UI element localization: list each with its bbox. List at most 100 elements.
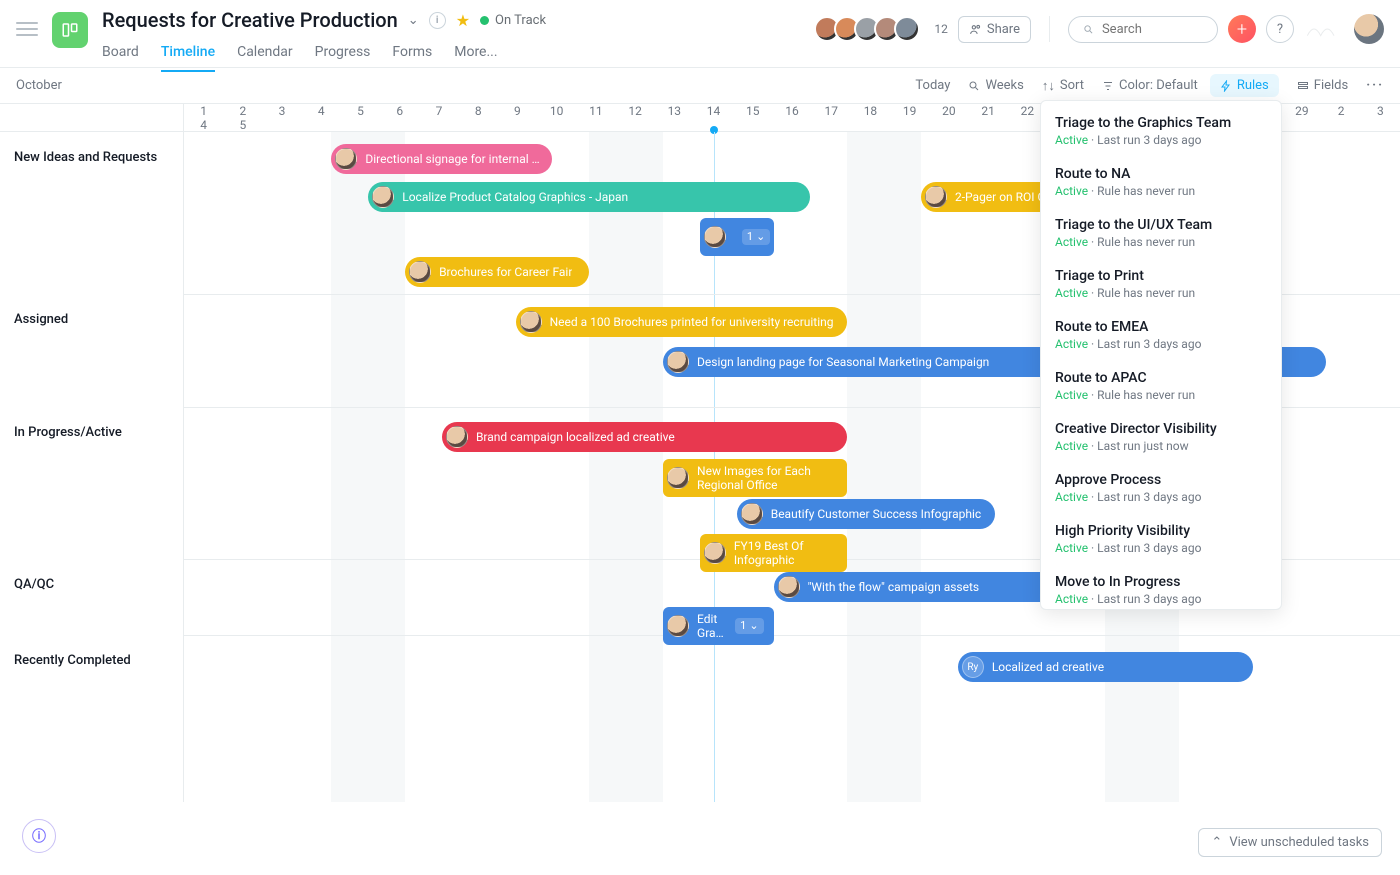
task-label: Beautify Customer Success Infographic [771, 507, 981, 521]
search-field[interactable] [1102, 22, 1203, 37]
tab-calendar[interactable]: Calendar [237, 38, 293, 72]
rule-status: Active · Last run 3 days ago [1055, 490, 1267, 504]
search-input[interactable] [1068, 16, 1218, 43]
date-cell: 9 [498, 104, 537, 118]
date-cell: 14 [694, 104, 733, 118]
status-dot-icon [480, 16, 489, 25]
separator [1049, 16, 1050, 42]
project-icon[interactable] [52, 12, 88, 48]
assignee-avatar [667, 615, 689, 637]
task-label: Directional signage for internal events [365, 152, 540, 166]
section-header[interactable]: QA/QC [0, 559, 183, 635]
task-bar[interactable]: New Images for Each Regional Office [663, 459, 847, 497]
rule-item[interactable]: Route to EMEAActive · Last run 3 days ag… [1041, 309, 1281, 360]
task-label: Design landing page for Seasonal Marketi… [697, 355, 989, 369]
month-label: October [16, 78, 186, 93]
task-label: Brand campaign localized ad creative [476, 430, 675, 444]
task-bar[interactable]: FY19 Best Of Infographic [700, 534, 847, 572]
tab-forms[interactable]: Forms [392, 38, 432, 72]
task-bar[interactable]: Need a 100 Brochures printed for univers… [516, 307, 848, 337]
tab-board[interactable]: Board [102, 38, 139, 72]
info-icon[interactable]: i [429, 12, 446, 29]
help-button[interactable]: ? [1266, 15, 1294, 43]
assignee-avatar [667, 351, 689, 373]
member-avatar[interactable] [894, 16, 920, 42]
lightning-icon [1220, 80, 1232, 92]
task-bar[interactable]: RyLocalized ad creative [958, 652, 1253, 682]
share-button[interactable]: Share [958, 16, 1031, 43]
member-avatars[interactable] [820, 16, 920, 42]
task-bar[interactable]: Directional signage for internal events [331, 144, 552, 174]
info-bubble-button[interactable]: ⓘ [22, 819, 56, 853]
share-label: Share [987, 22, 1020, 37]
zoom-icon [968, 80, 980, 92]
rule-item[interactable]: Move to In ProgressActive · Last run 3 d… [1041, 564, 1281, 610]
rule-item[interactable]: Triage to the UI/UX TeamActive · Rule ha… [1041, 207, 1281, 258]
task-label: Brochures for Career Fair [439, 265, 572, 279]
sort-button[interactable]: ↑↓Sort [1042, 78, 1084, 94]
rule-item[interactable]: High Priority VisibilityActive · Last ru… [1041, 513, 1281, 564]
date-cell: 20 [929, 104, 968, 118]
rule-item[interactable]: Creative Director VisibilityActive · Las… [1041, 411, 1281, 462]
assignee-avatar [704, 542, 726, 564]
weekend-band [331, 132, 405, 802]
date-cell: 21 [969, 104, 1008, 118]
subtask-badge[interactable]: 1 ⌄ [735, 618, 763, 633]
subtask-badge[interactable]: 1 ⌄ [742, 229, 770, 244]
color-button[interactable]: Color: Default [1102, 78, 1198, 93]
view-unscheduled-button[interactable]: ⌃ View unscheduled tasks [1198, 828, 1382, 857]
rule-status: Active · Rule has never run [1055, 388, 1267, 402]
header-right: 12 Share + ? [820, 14, 1384, 44]
date-cell: 19 [890, 104, 929, 118]
project-status[interactable]: On Track [480, 13, 546, 28]
assignee-avatar [372, 186, 394, 208]
task-label: New Images for Each Regional Office [697, 464, 837, 493]
date-cell: 1 [184, 104, 223, 118]
section-header[interactable]: In Progress/Active [0, 407, 183, 559]
rule-name: Approve Process [1055, 472, 1267, 488]
chevron-down-icon[interactable]: ⌄ [408, 13, 419, 28]
fields-icon [1297, 80, 1309, 92]
star-icon[interactable]: ★ [456, 11, 470, 30]
more-actions-button[interactable]: ··· [1366, 78, 1384, 93]
zoom-selector[interactable]: Weeks [968, 78, 1023, 93]
task-bar[interactable]: Localize Product Catalog Graphics - Japa… [368, 182, 810, 212]
app-logo [1304, 18, 1344, 40]
rule-item[interactable]: Triage to PrintActive · Rule has never r… [1041, 258, 1281, 309]
people-icon [969, 23, 982, 36]
rule-item[interactable]: Route to APAC Active · Rule has never run [1041, 360, 1281, 411]
today-button[interactable]: Today [915, 78, 950, 93]
task-bar[interactable]: Brand campaign localized ad creative [442, 422, 847, 452]
current-user-avatar[interactable] [1354, 14, 1384, 44]
section-header[interactable]: New Ideas and Requests [0, 132, 183, 294]
rule-item[interactable]: Triage to the Graphics TeamActive · Last… [1041, 105, 1281, 156]
date-cell: 15 [733, 104, 772, 118]
fields-button[interactable]: Fields [1297, 78, 1348, 93]
tab-timeline[interactable]: Timeline [161, 38, 215, 72]
date-cell: 2 [223, 104, 262, 118]
rule-status: Active · Last run 3 days ago [1055, 133, 1267, 147]
task-bar[interactable]: Brochures for Career Fair [405, 257, 589, 287]
rule-name: Route to APAC [1055, 370, 1267, 386]
section-header[interactable]: Assigned [0, 294, 183, 407]
date-cell: 8 [459, 104, 498, 118]
section-divider [184, 635, 1400, 636]
task-label: Edit Graph... [697, 612, 727, 641]
rules-button[interactable]: Rules [1210, 74, 1279, 97]
view-tabs: Board Timeline Calendar Progress Forms More..… [102, 38, 546, 72]
tab-more[interactable]: More... [454, 38, 497, 72]
task-bar[interactable]: B fi1 ⌄ [700, 218, 774, 256]
task-label: "With the flow" campaign assets [808, 580, 980, 594]
timeline-toolbar: October Today Weeks ↑↓Sort Color: Defaul… [0, 68, 1400, 104]
rule-item[interactable]: Approve Process Active · Last run 3 days … [1041, 462, 1281, 513]
weekend-band [847, 132, 921, 802]
project-title[interactable]: Requests for Creative Production [102, 8, 398, 32]
date-cell: 18 [851, 104, 890, 118]
global-add-button[interactable]: + [1228, 15, 1256, 43]
rule-item[interactable]: Route to NAActive · Rule has never run [1041, 156, 1281, 207]
tab-progress[interactable]: Progress [315, 38, 371, 72]
section-header[interactable]: Recently Completed [0, 635, 183, 802]
task-bar[interactable]: Edit Graph... 1 ⌄ [663, 607, 774, 645]
task-bar[interactable]: Beautify Customer Success Infographic [737, 499, 995, 529]
hamburger-icon[interactable] [16, 18, 38, 40]
